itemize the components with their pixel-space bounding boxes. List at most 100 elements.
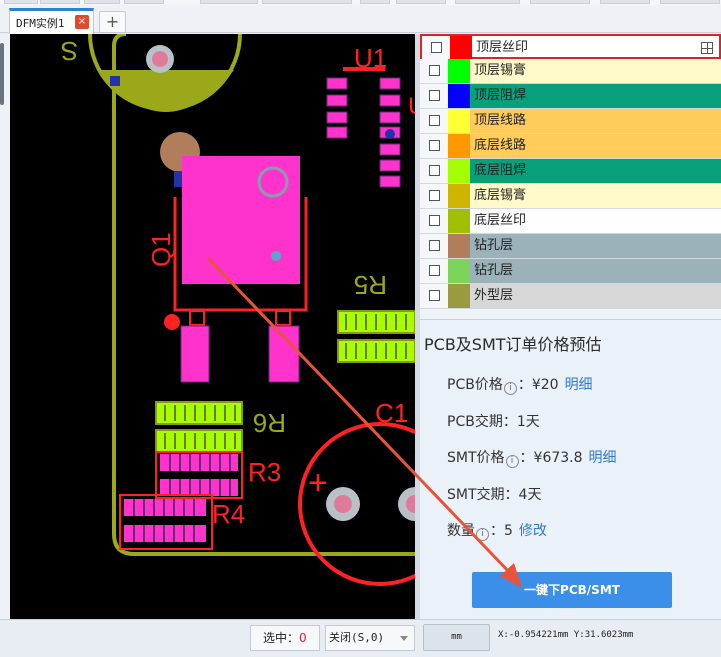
pcb-lead-value: 1天 xyxy=(516,414,540,430)
layer-checkbox-cell xyxy=(422,36,450,60)
q1-pin1-dot xyxy=(164,314,180,330)
smt-lead-line: SMT交期：4天 xyxy=(447,487,542,503)
layer-checkbox-cell xyxy=(420,59,448,83)
layer-visibility-checkbox[interactable] xyxy=(429,115,440,126)
quantity-label: 数量 xyxy=(447,523,475,539)
info-icon[interactable]: i xyxy=(503,382,517,395)
layer-visibility-checkbox[interactable] xyxy=(429,140,440,151)
tab-dfm-example[interactable]: DFM实例1 × xyxy=(9,8,94,34)
q1-tab-pad xyxy=(182,156,300,284)
layer-color-swatch[interactable] xyxy=(448,109,470,133)
price-estimate-panel: PCB及SMT订单价格预估 PCB价格 i ：¥20 明细 PCB交期：1天 SMT价… xyxy=(420,319,721,619)
layer-color-swatch[interactable] xyxy=(448,284,470,308)
layer-visibility-checkbox[interactable] xyxy=(429,265,440,276)
layer-visibility-checkbox[interactable] xyxy=(431,42,442,53)
layer-checkbox-cell xyxy=(420,84,448,108)
layer-color-swatch[interactable] xyxy=(448,184,470,208)
pcb-detail-link[interactable]: 明细 xyxy=(565,377,593,393)
layer-checkbox-cell xyxy=(420,209,448,233)
selected-count-value: 0 xyxy=(299,631,307,645)
layer-checkbox-cell xyxy=(420,234,448,258)
smt-detail-link[interactable]: 明细 xyxy=(589,450,617,466)
layer-color-swatch[interactable] xyxy=(448,59,470,83)
layer-color-swatch[interactable] xyxy=(448,159,470,183)
board-outline-top xyxy=(112,34,127,47)
add-tab-button[interactable]: + xyxy=(99,11,126,33)
smt-price-value: ¥673.8 xyxy=(533,450,583,466)
layer-visibility-checkbox[interactable] xyxy=(429,65,440,76)
r3-label: R3 xyxy=(248,457,281,487)
outline-notch xyxy=(110,76,120,86)
layer-row[interactable]: 钻孔层 xyxy=(420,259,721,284)
layer-row[interactable]: 底层阻焊 xyxy=(420,159,721,184)
layer-visibility-checkbox[interactable] xyxy=(429,290,440,301)
pcb-lead-line: PCB交期：1天 xyxy=(447,414,540,430)
layer-name: 底层线路 xyxy=(474,138,527,153)
cursor-coordinates: X:-0.954221mm Y:31.6023mm xyxy=(498,630,634,640)
smt-price-line: SMT价格 i ：¥673.8 明细 xyxy=(447,450,617,468)
snap-value: 关闭(S,0) xyxy=(329,631,385,644)
layer-row[interactable]: 顶层线路 xyxy=(420,109,721,134)
r3-pads xyxy=(155,451,243,499)
q1-via xyxy=(263,172,283,192)
price-title: PCB及SMT订单价格预估 xyxy=(424,335,602,354)
layer-visibility-checkbox[interactable] xyxy=(429,90,440,101)
layer-visibility-checkbox[interactable] xyxy=(429,240,440,251)
layer-row[interactable]: 顶层锡膏 xyxy=(420,59,721,84)
layer-color-swatch[interactable] xyxy=(448,259,470,283)
layer-visibility-checkbox[interactable] xyxy=(429,215,440,226)
corner-label: S xyxy=(61,36,78,66)
unit-button[interactable]: mm xyxy=(423,624,490,651)
r5-label: R5 xyxy=(354,270,387,300)
app-window: DFM实例1 × + S U1 Q1 R5 R6 R3 R4 C1 + 顶层丝印… xyxy=(0,0,721,657)
layer-checkbox-cell xyxy=(420,284,448,308)
layer-row[interactable]: 顶层阻焊 xyxy=(420,84,721,109)
u1-label-partial: U xyxy=(408,93,415,120)
q1-pad-2 xyxy=(268,325,300,383)
r6-label: R6 xyxy=(253,408,286,438)
layer-visibility-checkbox[interactable] xyxy=(429,165,440,176)
quantity-line: 数量 i ：5 修改 xyxy=(447,523,547,541)
layer-name: 顶层线路 xyxy=(474,113,527,128)
left-rail-handle[interactable] xyxy=(0,43,4,105)
snap-select[interactable]: 关闭(S,0) xyxy=(325,625,415,651)
r6-pads xyxy=(155,401,243,453)
layer-row[interactable]: 底层锡膏 xyxy=(420,184,721,209)
r4-pads xyxy=(119,494,213,550)
close-icon[interactable]: × xyxy=(75,15,89,29)
layer-row[interactable]: 钻孔层 xyxy=(420,234,721,259)
layer-visibility-checkbox[interactable] xyxy=(429,190,440,201)
pcb-price-line: PCB价格 i ：¥20 明细 xyxy=(447,377,593,395)
pcb-price-label: PCB价格 xyxy=(447,377,503,393)
layer-color-swatch[interactable] xyxy=(448,209,470,233)
layer-name: 钻孔层 xyxy=(474,263,514,278)
layer-color-swatch[interactable] xyxy=(450,36,472,60)
info-icon[interactable]: i xyxy=(476,528,489,541)
layer-row[interactable]: 底层线路 xyxy=(420,134,721,159)
layer-name: 底层锡膏 xyxy=(474,188,527,203)
layer-row[interactable]: 外型层 xyxy=(420,284,721,309)
layer-name: 底层丝印 xyxy=(474,213,527,228)
layer-checkbox-cell xyxy=(420,134,448,158)
layer-row[interactable]: 底层丝印 xyxy=(420,209,721,234)
grid-icon[interactable] xyxy=(701,42,713,54)
tab-label: DFM实例1 xyxy=(16,17,65,30)
right-panel: 顶层丝印 顶层锡膏 顶层阻焊 顶层线路 底层线路 底层阻焊 底层锡膏 底层丝印 钻孔层 钻孔层 外型… xyxy=(420,34,721,619)
pcb-canvas[interactable]: S U1 U Q1 xyxy=(10,34,415,619)
left-rail xyxy=(0,34,10,619)
layer-name: 顶层丝印 xyxy=(476,40,529,55)
top-connector-hole xyxy=(152,51,168,67)
quantity-edit-link[interactable]: 修改 xyxy=(519,523,547,539)
layer-name: 底层阻焊 xyxy=(474,163,527,178)
info-icon[interactable]: i xyxy=(505,455,519,468)
layer-name: 顶层阻焊 xyxy=(474,88,527,103)
layer-color-swatch[interactable] xyxy=(448,234,470,258)
u1-via xyxy=(385,129,395,139)
pcb-price-value: ¥20 xyxy=(531,377,559,393)
order-pcb-smt-button[interactable]: 一键下PCB/SMT xyxy=(472,572,672,608)
pcb-lead-label: PCB交期 xyxy=(447,414,503,430)
pcb-drawing: S U1 U Q1 xyxy=(61,34,415,586)
layer-color-swatch[interactable] xyxy=(448,84,470,108)
layer-row[interactable]: 顶层丝印 xyxy=(420,34,721,60)
layer-color-swatch[interactable] xyxy=(448,134,470,158)
